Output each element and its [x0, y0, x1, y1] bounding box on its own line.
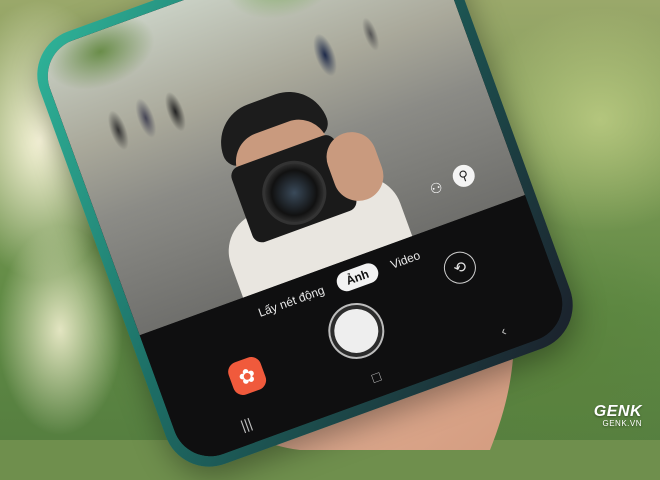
- mode-photo[interactable]: Ảnh: [333, 260, 382, 295]
- home-button[interactable]: □: [370, 368, 383, 386]
- back-button[interactable]: ‹: [498, 322, 508, 339]
- group-icon[interactable]: ⚇: [422, 174, 450, 202]
- shutter-icon[interactable]: [328, 302, 385, 360]
- single-person-icon[interactable]: ⚲: [449, 161, 478, 190]
- watermark: GENK GENK.VN: [594, 403, 642, 428]
- mode-video[interactable]: Video: [389, 248, 422, 272]
- gallery-flower-icon[interactable]: ✿: [225, 354, 269, 398]
- recents-button[interactable]: |||: [238, 415, 254, 434]
- mode-live-focus[interactable]: Lấy nét động: [256, 283, 326, 320]
